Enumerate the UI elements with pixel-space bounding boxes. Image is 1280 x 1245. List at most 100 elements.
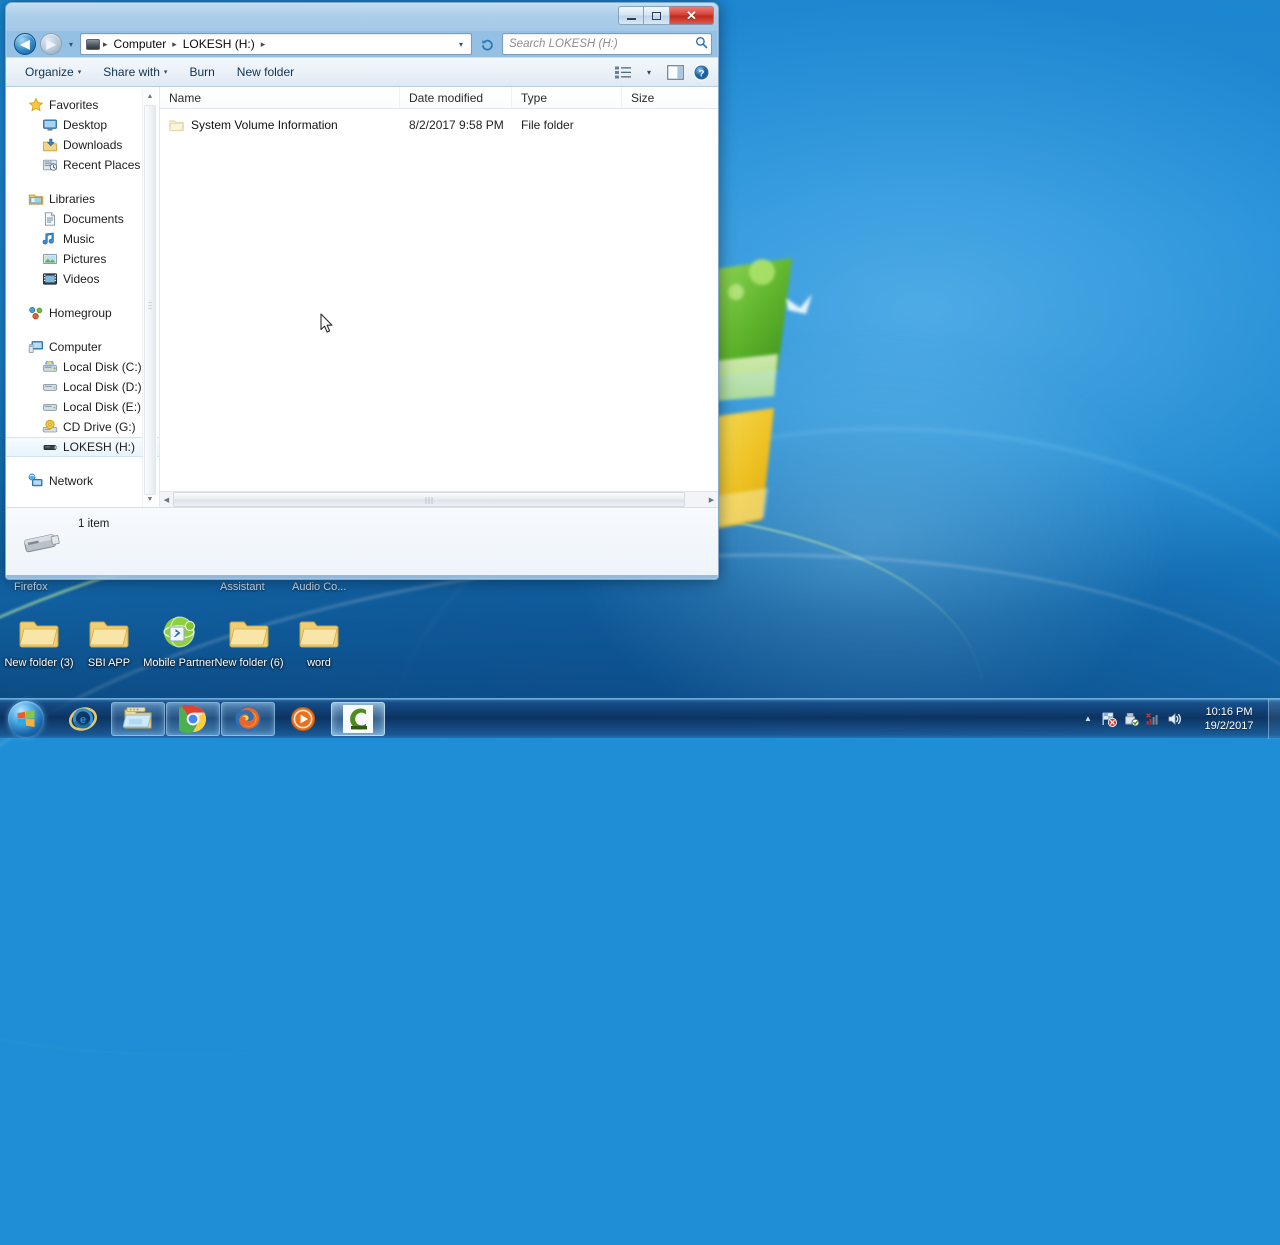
column-header-date-modified[interactable]: Date modified bbox=[400, 87, 512, 109]
file-list[interactable]: System Volume Information 8/2/2017 9:58 … bbox=[160, 109, 718, 491]
help-button[interactable]: ? bbox=[688, 60, 714, 84]
search-input[interactable] bbox=[509, 38, 695, 50]
videos-icon bbox=[42, 271, 58, 287]
back-arrow-icon: ◀ bbox=[20, 38, 29, 50]
sidebar-item-label: Downloads bbox=[63, 138, 122, 152]
horizontal-scrollbar[interactable]: ◀ ▶ bbox=[160, 491, 718, 507]
horizontal-scrollbar-thumb[interactable] bbox=[173, 492, 685, 507]
column-header-type[interactable]: Type bbox=[512, 87, 622, 109]
table-row[interactable]: System Volume Information 8/2/2017 9:58 … bbox=[160, 115, 718, 135]
burn-button[interactable]: Burn bbox=[178, 60, 225, 84]
scroll-down-arrow-icon[interactable]: ▼ bbox=[143, 492, 157, 507]
sidebar-item-libraries[interactable]: Libraries bbox=[6, 189, 159, 209]
scroll-up-arrow-icon[interactable]: ▲ bbox=[143, 89, 157, 104]
breadcrumb-separator[interactable]: ▸ bbox=[171, 39, 178, 50]
desktop-icon-mobile-partner[interactable]: Mobile Partner bbox=[140, 615, 218, 670]
column-header-name[interactable]: Name bbox=[160, 87, 400, 109]
explorer-window[interactable]: ✕ ◀ ▶ ▾ ▸ Computer ▸ LOKESH (H:) ▸ ▾ bbox=[5, 2, 719, 580]
show-hidden-icons-button[interactable]: ▲ bbox=[1078, 702, 1098, 736]
network-icon[interactable] bbox=[1142, 702, 1164, 736]
chevron-down-icon: ▾ bbox=[647, 68, 651, 77]
sidebar-item-desktop[interactable]: Desktop bbox=[6, 115, 159, 135]
sidebar-item-label: Favorites bbox=[49, 98, 98, 112]
start-button[interactable] bbox=[2, 700, 50, 738]
sidebar-item-music[interactable]: Music bbox=[6, 229, 159, 249]
clock[interactable]: 10:16 PM 19/2/2017 bbox=[1190, 699, 1268, 739]
sidebar-item-favorites[interactable]: Favorites bbox=[6, 95, 159, 115]
sidebar-item-local-disk-c[interactable]: Local Disk (C:) bbox=[6, 357, 159, 377]
taskbar-item-mozilla-firefox[interactable] bbox=[221, 702, 275, 736]
pictures-icon bbox=[42, 251, 58, 267]
sidebar-item-network[interactable]: Network bbox=[6, 471, 159, 491]
breadcrumb-computer[interactable]: Computer bbox=[110, 35, 171, 53]
desktop-icon-word[interactable]: word bbox=[280, 615, 358, 670]
sidebar-item-videos[interactable]: Videos bbox=[6, 269, 159, 289]
nav-group-favorites: Favorites Desktop Downloads bbox=[6, 95, 159, 175]
breadcrumb-separator[interactable]: ▸ bbox=[260, 39, 267, 50]
maximize-button[interactable] bbox=[644, 6, 670, 25]
address-dropdown-icon[interactable]: ▾ bbox=[453, 34, 469, 54]
sidebar-item-label: Homegroup bbox=[49, 306, 112, 320]
preview-pane-button[interactable] bbox=[662, 60, 688, 84]
scroll-right-arrow-icon[interactable]: ▶ bbox=[705, 492, 718, 507]
sidebar-item-label: Documents bbox=[63, 212, 124, 226]
file-name-cell: System Volume Information bbox=[169, 118, 409, 132]
organize-button[interactable]: Organize ▾ bbox=[14, 60, 92, 84]
recent-places-icon bbox=[42, 157, 58, 173]
desktop-icon-new-folder-3[interactable]: New folder (3) bbox=[0, 615, 78, 670]
address-bar[interactable]: ▸ Computer ▸ LOKESH (H:) ▸ ▾ bbox=[80, 33, 472, 55]
safely-remove-hardware-icon[interactable] bbox=[1120, 702, 1142, 736]
sidebar-item-recent-places[interactable]: Recent Places bbox=[6, 155, 159, 175]
sidebar-item-pictures[interactable]: Pictures bbox=[6, 249, 159, 269]
close-button[interactable]: ✕ bbox=[670, 6, 714, 25]
column-header-size[interactable]: Size bbox=[622, 87, 702, 109]
taskbar-item-windows-explorer[interactable] bbox=[111, 702, 165, 736]
volume-icon[interactable] bbox=[1164, 702, 1186, 736]
search-box[interactable] bbox=[502, 33, 712, 55]
action-center-flag-icon[interactable] bbox=[1098, 702, 1120, 736]
file-list-pane[interactable]: Name Date modified Type Size System Volu… bbox=[159, 87, 718, 507]
clock-time: 10:16 PM bbox=[1205, 705, 1252, 719]
chevron-down-icon: ▾ bbox=[78, 68, 82, 76]
sidebar-item-computer[interactable]: Computer bbox=[6, 337, 159, 357]
recent-locations-button[interactable]: ▾ bbox=[66, 33, 76, 55]
share-with-button[interactable]: Share with ▾ bbox=[92, 60, 178, 84]
new-folder-label: New folder bbox=[237, 65, 294, 79]
scroll-left-arrow-icon[interactable]: ◀ bbox=[160, 492, 173, 507]
view-options-button[interactable] bbox=[610, 60, 636, 84]
navigation-pane[interactable]: Favorites Desktop Downloads bbox=[6, 87, 159, 507]
back-button[interactable]: ◀ bbox=[14, 33, 36, 55]
search-icon[interactable] bbox=[695, 36, 708, 52]
window-body: Favorites Desktop Downloads bbox=[6, 87, 718, 507]
sidebar-item-lokesh-h[interactable]: LOKESH (H:) bbox=[6, 437, 159, 457]
refresh-button[interactable] bbox=[476, 33, 498, 55]
horizontal-scroll-track[interactable] bbox=[173, 492, 705, 507]
new-folder-button[interactable]: New folder bbox=[226, 60, 305, 84]
homegroup-icon bbox=[28, 305, 44, 321]
sidebar-item-documents[interactable]: Documents bbox=[6, 209, 159, 229]
taskbar-item-internet-explorer[interactable]: e bbox=[56, 702, 110, 736]
desktop-icon-sbi-app[interactable]: SBI APP bbox=[70, 615, 148, 670]
clipped-label-assistant: Assistant bbox=[220, 581, 265, 593]
breadcrumb-separator[interactable]: ▸ bbox=[102, 39, 109, 50]
taskbar-item-camtasia[interactable] bbox=[331, 702, 385, 736]
sidebar-item-local-disk-e[interactable]: Local Disk (E:) bbox=[6, 397, 159, 417]
sidebar-item-homegroup[interactable]: Homegroup bbox=[6, 303, 159, 323]
nav-pane-scrollbar[interactable]: ▲ ▼ bbox=[142, 89, 157, 507]
taskbar-item-google-chrome[interactable] bbox=[166, 702, 220, 736]
forward-button[interactable]: ▶ bbox=[40, 33, 62, 55]
nav-scrollbar-thumb[interactable] bbox=[144, 105, 156, 495]
show-desktop-button[interactable] bbox=[1268, 699, 1280, 739]
minimize-button[interactable] bbox=[618, 6, 644, 25]
system-tray: ▲ bbox=[1078, 699, 1280, 739]
camtasia-icon bbox=[343, 705, 373, 733]
window-titlebar[interactable]: ✕ bbox=[6, 3, 718, 31]
sidebar-item-local-disk-d[interactable]: Local Disk (D:) bbox=[6, 377, 159, 397]
desktop-icon-new-folder-6[interactable]: New folder (6) bbox=[210, 615, 288, 670]
folder-icon bbox=[280, 615, 358, 655]
view-dropdown-button[interactable]: ▾ bbox=[636, 60, 662, 84]
taskbar-item-media-player[interactable] bbox=[276, 702, 330, 736]
sidebar-item-cd-drive-g[interactable]: CD Drive (G:) bbox=[6, 417, 159, 437]
sidebar-item-downloads[interactable]: Downloads bbox=[6, 135, 159, 155]
breadcrumb-lokesh-h[interactable]: LOKESH (H:) bbox=[179, 35, 259, 53]
